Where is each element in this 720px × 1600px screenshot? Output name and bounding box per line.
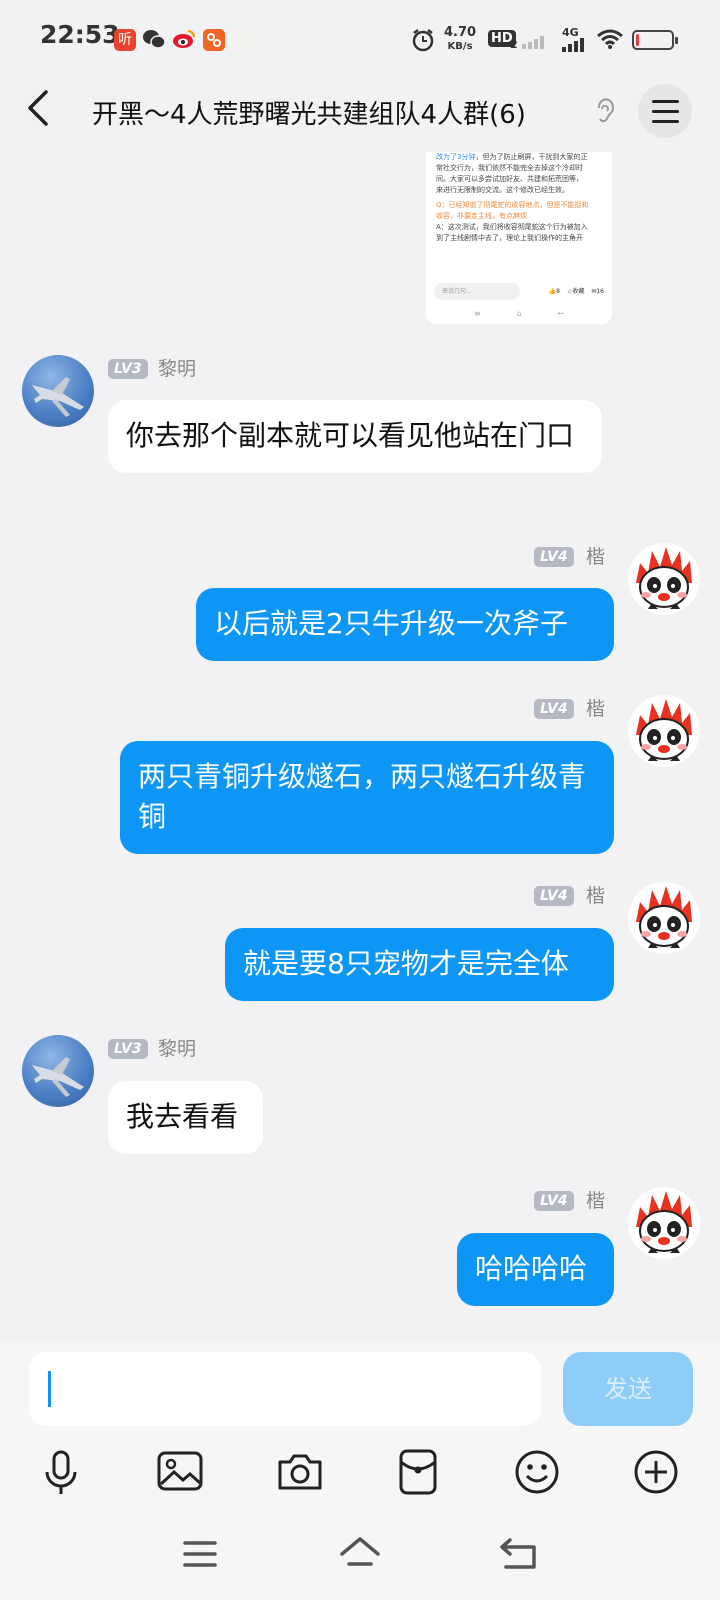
alarm-icon xyxy=(412,29,434,52)
jet-avatar[interactable] xyxy=(22,1035,94,1107)
sender-name[interactable]: 楷 xyxy=(586,699,605,719)
level-badge: LV4 xyxy=(534,1191,574,1211)
sender-name[interactable]: 楷 xyxy=(586,547,605,567)
back-arrow-icon[interactable] xyxy=(24,88,54,128)
weibo-icon xyxy=(173,30,195,48)
ear-icon[interactable] xyxy=(594,96,616,126)
signal-sim2-icon xyxy=(562,38,584,52)
hd-sub: 2 xyxy=(510,38,518,51)
image-question-line: 收容，非要走主线，有点麻烦 xyxy=(436,212,527,220)
chat-title[interactable]: 开黑～4人荒野曙光共建组队4人群(6) xyxy=(92,94,526,131)
red-packet-icon[interactable] xyxy=(392,1446,444,1498)
image-question-line: Q：已经知道了彻尾蛇的收容地点，但是不能捉和 xyxy=(436,201,589,209)
level-badge: LV4 xyxy=(534,699,574,719)
image-comment-input: 来说几句... xyxy=(434,282,520,300)
image-like-count: 👍8 xyxy=(548,287,560,295)
camera-icon[interactable] xyxy=(274,1446,326,1498)
home-icon[interactable] xyxy=(336,1530,384,1578)
sender-name[interactable]: 黎明 xyxy=(158,1039,196,1059)
message-bubble[interactable]: 哈哈哈哈 xyxy=(457,1233,614,1306)
message-bubble[interactable]: 以后就是2只牛升级一次斧子 xyxy=(196,588,614,661)
angry-panda-avatar[interactable] xyxy=(628,882,700,954)
image-icon[interactable] xyxy=(154,1446,206,1498)
battery-icon xyxy=(632,30,678,50)
sender-name[interactable]: 楷 xyxy=(586,886,605,906)
send-button[interactable]: 发送 xyxy=(563,1352,693,1426)
sender-name[interactable]: 楷 xyxy=(586,1191,605,1211)
microphone-icon[interactable] xyxy=(35,1446,87,1498)
image-comment-count: ✉16 xyxy=(591,287,604,295)
wifi-icon xyxy=(597,29,623,49)
level-badge: LV3 xyxy=(108,359,148,379)
level-badge: LV3 xyxy=(108,1039,148,1059)
level-badge: LV4 xyxy=(534,886,574,906)
message-bubble[interactable]: 就是要8只宠物才是完全体 xyxy=(225,928,614,1001)
image-comment-bar: 来说几句... 👍8 ☆收藏 ✉16 xyxy=(434,279,604,303)
image-favorite: ☆收藏 xyxy=(566,287,585,295)
image-text-line: 来进行无限制的交流。这个修改已经生效。 xyxy=(436,186,569,194)
message-bubble[interactable]: 两只青铜升级燧石，两只燧石升级青铜 xyxy=(120,741,614,854)
angry-panda-avatar[interactable] xyxy=(628,695,700,767)
image-text-line: A：这次测试，我们将收容彻尾蛇这个行为被加入 xyxy=(436,223,588,231)
angry-panda-avatar[interactable] xyxy=(628,543,700,615)
emoji-icon[interactable] xyxy=(511,1446,563,1498)
back-nav-icon[interactable] xyxy=(496,1530,544,1578)
plus-icon[interactable] xyxy=(630,1446,682,1498)
image-nav-bar: ≡ ⌂ ↩ xyxy=(473,309,565,318)
angry-panda-avatar[interactable] xyxy=(628,1187,700,1259)
image-text-line: 常社交行为，我们依然不能完全去掉这个冷却时 xyxy=(436,164,583,172)
image-text-line: 间。大家可以多尝试加好友、共建和拓荒团等， xyxy=(436,175,583,183)
message-input[interactable] xyxy=(29,1352,541,1426)
text-caret xyxy=(48,1371,51,1407)
net-speed: 4.70 KB/s xyxy=(444,25,477,53)
sender-name[interactable]: 黎明 xyxy=(158,359,196,379)
jet-avatar[interactable] xyxy=(22,355,94,427)
status-time: 22:53 xyxy=(40,20,120,49)
message-bubble[interactable]: 你去那个副本就可以看见他站在门口 xyxy=(108,400,602,473)
image-text-line: 改为了3分钟，但为了防止刷屏，干扰到大家的正 xyxy=(436,153,588,161)
shared-app-icon xyxy=(203,29,225,51)
shared-screenshot-image[interactable]: 改为了3分钟，但为了防止刷屏，干扰到大家的正 常社交行为，我们依然不能完全去掉这… xyxy=(426,152,612,324)
ting-app-icon: 听 xyxy=(114,29,136,51)
message-bubble[interactable]: 我去看看 xyxy=(108,1081,263,1154)
recent-apps-icon[interactable] xyxy=(176,1530,224,1578)
chat-settings-button[interactable] xyxy=(638,84,692,138)
image-text-line: 到了主线剧情中去了，理论上我们操作的主角开 xyxy=(436,234,583,242)
wechat-icon xyxy=(143,30,166,49)
signal-sim1-icon xyxy=(522,36,544,49)
level-badge: LV4 xyxy=(534,547,574,567)
